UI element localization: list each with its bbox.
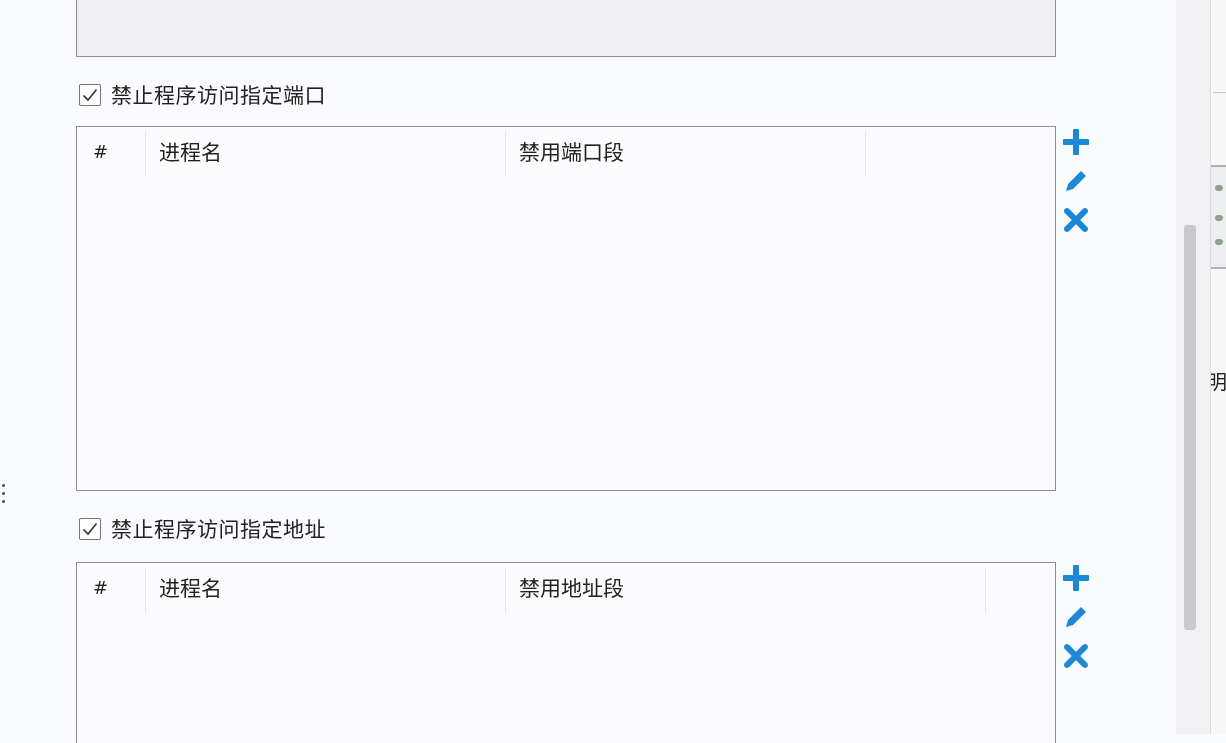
column-divider[interactable] — [985, 567, 986, 613]
add-address-rule-button[interactable] — [1060, 562, 1092, 594]
address-rule-table[interactable]: # 进程名 禁用地址段 — [76, 562, 1056, 743]
column-header-blocked-ports[interactable]: 禁用端口段 — [519, 127, 624, 177]
background-window-panel — [1211, 165, 1226, 269]
pencil-icon — [1066, 168, 1089, 191]
port-rule-label: 禁止程序访问指定端口 — [111, 84, 326, 108]
background-window-edge: 明 — [1210, 0, 1226, 734]
column-divider[interactable] — [145, 567, 146, 613]
pencil-icon — [1066, 604, 1089, 627]
checkmark-icon — [82, 88, 98, 102]
background-window-panel — [1213, 0, 1226, 93]
port-rule-checkbox[interactable] — [79, 84, 101, 106]
port-rule-toolbar — [1060, 126, 1092, 243]
address-rule-label: 禁止程序访问指定地址 — [111, 518, 326, 542]
column-header-index[interactable]: # — [93, 563, 108, 613]
vertical-scrollbar-thumb[interactable] — [1184, 225, 1196, 630]
top-text-area[interactable] — [76, 0, 1056, 57]
column-header-process-name[interactable]: 进程名 — [159, 563, 222, 613]
column-divider[interactable] — [505, 131, 506, 177]
checkmark-icon — [82, 522, 98, 536]
port-rule-table[interactable]: # 进程名 禁用端口段 — [76, 126, 1056, 491]
column-divider[interactable] — [145, 131, 146, 177]
plus-icon — [1063, 565, 1089, 591]
column-divider[interactable] — [505, 567, 506, 613]
close-icon — [1064, 644, 1088, 668]
column-header-index[interactable]: # — [93, 127, 108, 177]
address-rule-toolbar — [1060, 562, 1092, 679]
delete-port-rule-button[interactable] — [1060, 204, 1092, 236]
address-rule-table-header: # 进程名 禁用地址段 — [77, 563, 1055, 613]
edit-address-rule-button[interactable] — [1060, 601, 1092, 633]
close-icon — [1064, 208, 1088, 232]
column-divider[interactable] — [865, 131, 866, 177]
delete-address-rule-button[interactable] — [1060, 640, 1092, 672]
add-port-rule-button[interactable] — [1060, 126, 1092, 158]
port-rule-toggle[interactable]: 禁止程序访问指定端口 — [79, 82, 326, 108]
edit-port-rule-button[interactable] — [1060, 165, 1092, 197]
resize-grip-icon[interactable] — [2, 484, 6, 508]
column-header-blocked-addresses[interactable]: 禁用地址段 — [519, 563, 624, 613]
address-rule-checkbox[interactable] — [79, 518, 101, 540]
address-rule-toggle[interactable]: 禁止程序访问指定地址 — [79, 516, 326, 542]
port-rule-table-header: # 进程名 禁用端口段 — [77, 127, 1055, 177]
plus-icon — [1063, 129, 1089, 155]
background-window-text: 明 — [1211, 366, 1226, 395]
column-header-process-name[interactable]: 进程名 — [159, 127, 222, 177]
